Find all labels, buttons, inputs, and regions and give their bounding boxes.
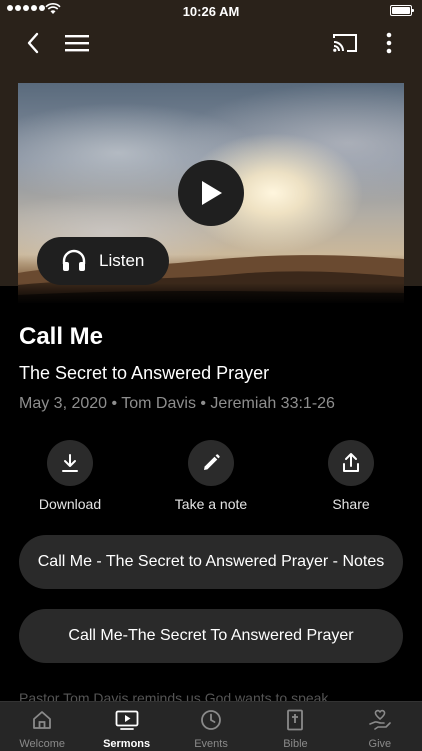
sermon-resource-label: Call Me-The Secret To Answered Prayer bbox=[68, 627, 354, 644]
status-bar: 10:26 AM bbox=[0, 0, 422, 22]
more-vertical-icon bbox=[386, 32, 392, 54]
play-icon bbox=[202, 181, 222, 205]
tab-welcome[interactable]: Welcome bbox=[0, 702, 84, 751]
notes-resource-button[interactable]: Call Me - The Secret to Answered Prayer … bbox=[19, 535, 403, 589]
clock-icon bbox=[199, 708, 223, 732]
share-icon bbox=[343, 453, 359, 472]
artwork-fade bbox=[18, 283, 404, 303]
tab-bible-label: Bible bbox=[283, 738, 308, 750]
headphones-icon bbox=[61, 248, 87, 274]
cast-button[interactable] bbox=[328, 26, 362, 60]
tab-welcome-label: Welcome bbox=[19, 738, 66, 750]
sermon-title: Call Me bbox=[19, 323, 104, 350]
tab-events-label: Events bbox=[194, 738, 228, 750]
giving-hand-icon bbox=[368, 708, 392, 732]
menu-button[interactable] bbox=[60, 26, 94, 60]
listen-button[interactable]: Listen bbox=[37, 237, 169, 285]
take-note-action[interactable]: Take a note bbox=[161, 440, 261, 512]
tab-events[interactable]: Events bbox=[169, 702, 253, 751]
notes-resource-label: Call Me - The Secret to Answered Prayer … bbox=[37, 553, 385, 570]
hamburger-menu-icon bbox=[65, 35, 89, 52]
tab-bible[interactable]: Bible bbox=[253, 702, 337, 751]
download-icon bbox=[62, 454, 78, 472]
take-note-label: Take a note bbox=[174, 496, 248, 512]
sermon-meta: May 3, 2020 • Tom Davis • Jeremiah 33:1-… bbox=[19, 395, 335, 412]
cast-icon bbox=[333, 34, 357, 52]
back-arrow-icon bbox=[27, 32, 39, 54]
download-action[interactable]: Download bbox=[20, 440, 120, 512]
tab-sermons-label: Sermons bbox=[103, 738, 151, 750]
pencil-icon bbox=[204, 454, 220, 470]
tab-sermons[interactable]: Sermons bbox=[84, 702, 168, 751]
download-button[interactable] bbox=[47, 440, 93, 486]
home-icon bbox=[30, 708, 54, 732]
share-label: Share bbox=[332, 496, 370, 512]
sermon-resource-button[interactable]: Call Me-The Secret To Answered Prayer bbox=[19, 609, 403, 663]
bible-icon bbox=[283, 708, 307, 732]
tab-bar: Welcome Sermons Events Bible Give bbox=[0, 701, 422, 751]
battery-icon bbox=[390, 5, 414, 16]
more-options-button[interactable] bbox=[372, 26, 406, 60]
play-button[interactable] bbox=[178, 160, 244, 226]
sermon-subtitle: The Secret to Answered Prayer bbox=[19, 363, 270, 383]
video-play-icon bbox=[115, 708, 139, 732]
take-note-button[interactable] bbox=[188, 440, 234, 486]
back-button[interactable] bbox=[16, 26, 50, 60]
download-label: Download bbox=[38, 496, 102, 512]
share-button[interactable] bbox=[328, 440, 374, 486]
listen-label: Listen bbox=[99, 251, 145, 270]
share-action[interactable]: Share bbox=[301, 440, 401, 512]
status-time: 10:26 AM bbox=[182, 4, 240, 19]
tab-give-label: Give bbox=[368, 738, 392, 750]
tab-give[interactable]: Give bbox=[338, 702, 422, 751]
